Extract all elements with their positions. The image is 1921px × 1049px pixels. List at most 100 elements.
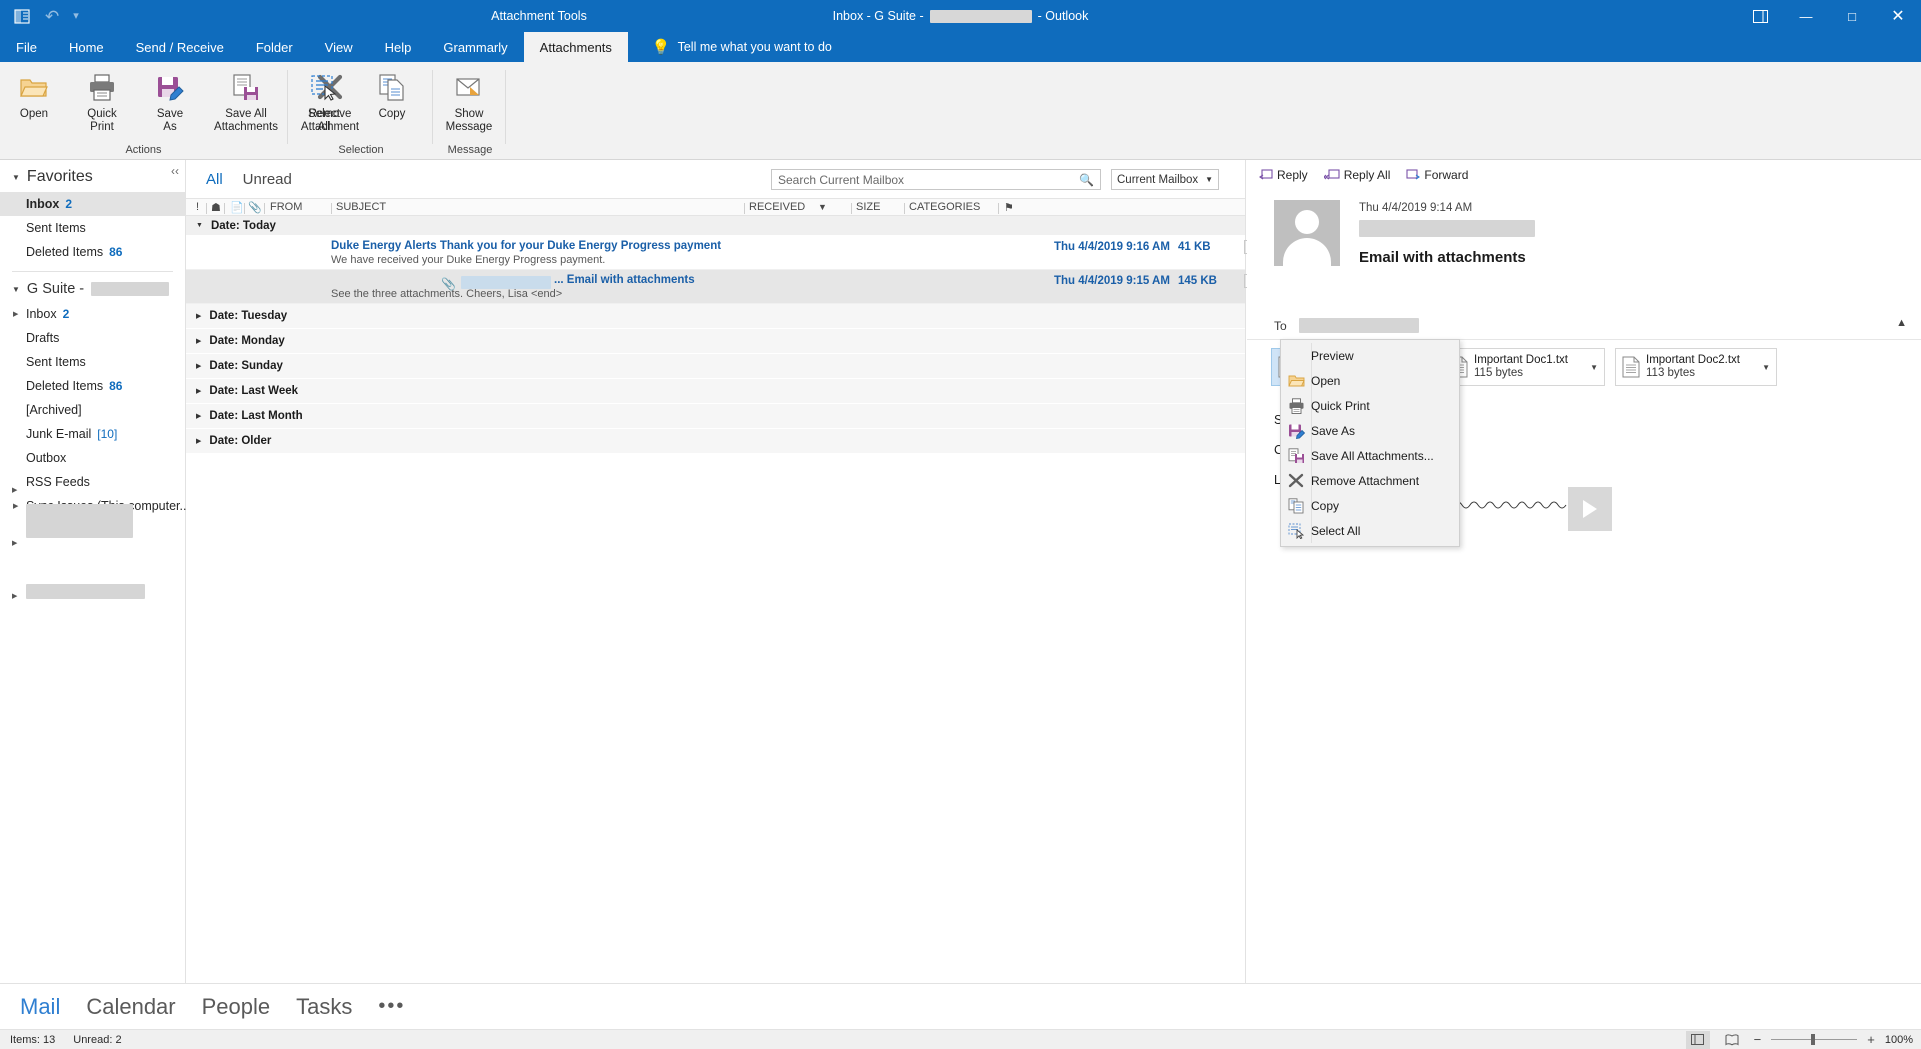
context-menu-label: Remove Attachment bbox=[1311, 473, 1420, 488]
column-subject[interactable]: SUBJECT bbox=[336, 198, 386, 216]
normal-view-icon[interactable] bbox=[1685, 1030, 1710, 1049]
ribbon-display-options-icon[interactable] bbox=[1737, 0, 1783, 32]
attachment-chip-doc1[interactable]: Important Doc1.txt 115 bytes ▼ bbox=[1443, 348, 1605, 386]
search-icon[interactable]: 🔍 bbox=[1079, 173, 1094, 187]
filter-all[interactable]: All bbox=[186, 171, 223, 188]
ribbon-save-all-attachments-button[interactable]: Save All Attachments bbox=[204, 62, 288, 144]
sidebar-item-favorites-deleted-items[interactable]: Deleted Items 86 bbox=[0, 240, 185, 264]
account-header[interactable]: ▼ G Suite - bbox=[0, 278, 185, 302]
sidebar-item-deleted-items[interactable]: Deleted Items 86 bbox=[0, 374, 185, 398]
sidebar-item-junk-email[interactable]: Junk E-mail [10] bbox=[0, 422, 185, 446]
chevron-right-icon[interactable]: ▶ bbox=[13, 502, 18, 510]
sidebar-item-inbox[interactable]: ▶ Inbox 2 bbox=[0, 302, 185, 326]
tell-me-search[interactable]: 💡 Tell me what you want to do bbox=[628, 32, 832, 62]
title-bar: ↶ ▾ Attachment Tools Inbox - G Suite - -… bbox=[0, 0, 1921, 32]
ribbon-quick-print-button[interactable]: Quick Print bbox=[68, 62, 136, 144]
search-scope-dropdown[interactable]: Current Mailbox ▼ bbox=[1111, 169, 1219, 190]
zoom-level-label[interactable]: 100% bbox=[1885, 1034, 1913, 1046]
forward-button[interactable]: Forward bbox=[1406, 168, 1468, 182]
reply-all-button[interactable]: Reply All bbox=[1323, 168, 1390, 182]
column-received[interactable]: RECEIVED bbox=[749, 198, 805, 216]
context-menu-item-save-all-attachments[interactable]: Save All Attachments... bbox=[1281, 443, 1459, 468]
context-menu-item-remove-attachment[interactable]: Remove Attachment bbox=[1281, 468, 1459, 493]
context-menu-item-copy[interactable]: Copy bbox=[1281, 493, 1459, 518]
context-menu-item-save-as[interactable]: Save As bbox=[1281, 418, 1459, 443]
column-from[interactable]: FROM bbox=[270, 198, 302, 216]
nav-mail[interactable]: Mail bbox=[20, 994, 60, 1020]
flag-icon[interactable]: ⚑ bbox=[1004, 198, 1014, 216]
ribbon-show-message-button[interactable]: Show Message bbox=[435, 62, 503, 144]
zoom-slider[interactable] bbox=[1771, 1034, 1858, 1045]
table-row[interactable]: 📎 ... Email with attachments See the thr… bbox=[186, 270, 1379, 304]
context-menu-item-preview[interactable]: Preview bbox=[1281, 343, 1459, 368]
date-group-today[interactable]: ▼ Date: Today bbox=[186, 216, 1245, 236]
window-title-suffix: - Outlook bbox=[1037, 9, 1089, 23]
close-icon[interactable]: ✕ bbox=[1875, 0, 1921, 32]
reply-label: Reply bbox=[1277, 168, 1308, 182]
tab-help[interactable]: Help bbox=[369, 32, 428, 62]
chevron-up-icon[interactable]: ▲ bbox=[1896, 317, 1907, 329]
tab-attachments[interactable]: Attachments bbox=[523, 32, 628, 62]
zoom-out-button[interactable]: − bbox=[1754, 1032, 1762, 1047]
sidebar-item-drafts[interactable]: Drafts bbox=[0, 326, 185, 350]
page-icon[interactable]: 📄 bbox=[230, 198, 244, 216]
nav-people[interactable]: People bbox=[202, 994, 271, 1020]
nav-more-icon[interactable]: ••• bbox=[378, 995, 405, 1018]
sidebar-item-favorites-inbox[interactable]: Inbox 2 bbox=[0, 192, 185, 216]
date-group-monday[interactable]: ▶ Date: Monday bbox=[186, 329, 1245, 354]
chevron-right-icon[interactable]: ▶ bbox=[13, 310, 18, 318]
context-menu-item-open[interactable]: Open bbox=[1281, 368, 1459, 393]
redacted-recipient bbox=[1299, 318, 1419, 333]
chevron-down-icon[interactable]: ▼ bbox=[1590, 363, 1598, 372]
play-button[interactable] bbox=[1568, 487, 1612, 531]
zoom-slider-thumb[interactable] bbox=[1811, 1034, 1816, 1045]
ribbon-open-button[interactable]: Open bbox=[0, 62, 68, 144]
outlook-icon[interactable] bbox=[14, 8, 31, 25]
date-group-older[interactable]: ▶ Date: Older bbox=[186, 429, 1245, 454]
undo-icon[interactable]: ↶ bbox=[45, 8, 59, 25]
zoom-in-button[interactable]: + bbox=[1867, 1032, 1875, 1047]
date-group-last-week[interactable]: ▶ Date: Last Week bbox=[186, 379, 1245, 404]
tab-folder[interactable]: Folder bbox=[240, 32, 309, 62]
column-categories[interactable]: CATEGORIES bbox=[909, 198, 980, 216]
tab-view[interactable]: View bbox=[309, 32, 369, 62]
date-group-tuesday[interactable]: ▶ Date: Tuesday bbox=[186, 304, 1245, 329]
ribbon-save-as-button[interactable]: Save As bbox=[136, 62, 204, 144]
reminder-icon[interactable]: ☗ bbox=[211, 198, 221, 216]
date-group-sunday[interactable]: ▶ Date: Sunday bbox=[186, 354, 1245, 379]
reading-view-icon[interactable] bbox=[1720, 1031, 1744, 1049]
search-scope-label: Current Mailbox bbox=[1117, 173, 1199, 186]
attachment-icon[interactable]: 📎 bbox=[248, 198, 262, 216]
sidebar-item-archived[interactable]: [Archived] bbox=[0, 398, 185, 422]
reply-icon bbox=[1259, 169, 1273, 181]
sidebar-item-rss-feeds[interactable]: RSS Feeds bbox=[0, 470, 185, 494]
sidebar-item-sent-items[interactable]: Sent Items bbox=[0, 350, 185, 374]
nav-calendar[interactable]: Calendar bbox=[86, 994, 175, 1020]
attachment-chip-doc2[interactable]: Important Doc2.txt 113 bytes ▼ bbox=[1615, 348, 1777, 386]
ribbon-select-all-button[interactable]: Select All bbox=[290, 62, 358, 144]
nav-tasks[interactable]: Tasks bbox=[296, 994, 352, 1020]
favorites-header[interactable]: ▼ Favorites bbox=[0, 160, 185, 192]
sidebar-item-outbox[interactable]: Outbox bbox=[0, 446, 185, 470]
context-menu-item-quick-print[interactable]: Quick Print bbox=[1281, 393, 1459, 418]
table-row[interactable]: Duke Energy Alerts Thank you for your Du… bbox=[186, 236, 1379, 270]
search-input[interactable]: Search Current Mailbox 🔍 bbox=[771, 169, 1101, 190]
reply-button[interactable]: Reply bbox=[1259, 168, 1308, 182]
tab-home[interactable]: Home bbox=[53, 32, 120, 62]
date-group-last-month[interactable]: ▶ Date: Last Month bbox=[186, 404, 1245, 429]
tab-file[interactable]: File bbox=[0, 32, 53, 62]
chevron-down-icon[interactable]: ▼ bbox=[1762, 363, 1770, 372]
tab-grammarly[interactable]: Grammarly bbox=[427, 32, 523, 62]
minimize-icon[interactable]: — bbox=[1783, 0, 1829, 32]
column-importance[interactable]: ! bbox=[196, 198, 199, 216]
collapse-folder-pane-icon[interactable]: ‹‹ bbox=[171, 164, 179, 178]
ribbon-select-all-label: Select All bbox=[308, 108, 340, 133]
column-size[interactable]: SIZE bbox=[856, 198, 880, 216]
context-menu-item-select-all[interactable]: Select All bbox=[1281, 518, 1459, 543]
sidebar-item-favorites-sent-items[interactable]: Sent Items bbox=[0, 216, 185, 240]
restore-icon[interactable]: □ bbox=[1829, 0, 1875, 32]
customize-quick-access-icon[interactable]: ▾ bbox=[73, 10, 79, 22]
filter-unread[interactable]: Unread bbox=[223, 171, 292, 188]
tab-send-receive[interactable]: Send / Receive bbox=[120, 32, 240, 62]
ribbon-copy-button[interactable]: Copy bbox=[358, 62, 426, 144]
